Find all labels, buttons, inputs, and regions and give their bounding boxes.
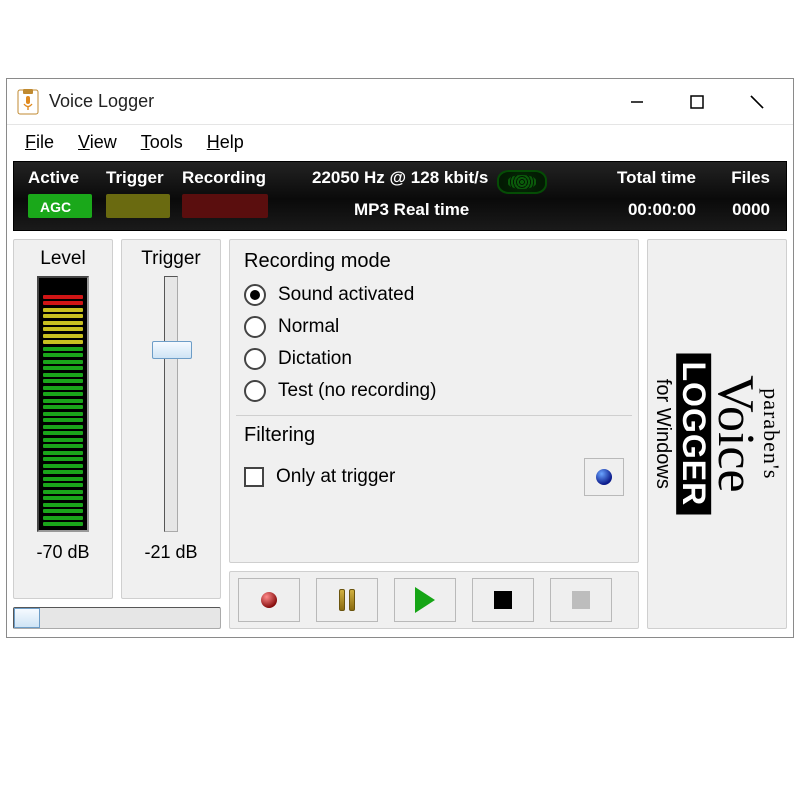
maximize-button[interactable] (667, 80, 727, 124)
trigger-db-value: -21 dB (122, 542, 220, 563)
status-bar: Active Trigger Recording AGC 22050 Hz @ … (13, 161, 787, 231)
transport-bar (229, 571, 639, 629)
status-format: 22050 Hz @ 128 kbit/s (312, 168, 488, 188)
record-icon (261, 592, 277, 608)
product-logo: paraben's Voice LOGGER for Windows (647, 239, 787, 629)
step-button[interactable] (550, 578, 612, 622)
radio-icon[interactable] (244, 284, 266, 306)
status-codec: MP3 Real time (354, 200, 469, 220)
recording-mode-group: Recording mode Sound activated Normal Dict… (229, 239, 639, 563)
app-window: Voice Logger File View Tools Help Active… (6, 78, 794, 638)
filter-settings-button[interactable] (584, 458, 624, 496)
mode-option-1[interactable]: Normal (244, 311, 624, 343)
menubar: File View Tools Help (7, 125, 793, 159)
mode-option-2[interactable]: Dictation (244, 343, 624, 375)
level-horizontal-slider[interactable] (13, 607, 221, 629)
stop-icon (494, 591, 512, 609)
step-icon (572, 591, 590, 609)
status-files-label: Files (731, 168, 770, 188)
close-button[interactable] (727, 80, 787, 124)
menu-help[interactable]: Help (195, 128, 256, 157)
level-horizontal-thumb[interactable] (14, 608, 40, 628)
pause-icon (339, 589, 355, 611)
recording-mode-title: Recording mode (244, 250, 624, 273)
titlebar: Voice Logger (7, 79, 793, 125)
level-db-value: -70 dB (14, 542, 112, 563)
app-icon (17, 89, 39, 115)
status-trigger-chip (106, 194, 170, 218)
level-meter-panel: Level -70 dB (13, 239, 113, 599)
status-trigger-label: Trigger (106, 168, 164, 188)
minimize-button[interactable] (607, 80, 667, 124)
status-recording-label: Recording (182, 168, 266, 188)
sphere-icon (596, 469, 612, 485)
window-title: Voice Logger (49, 91, 607, 112)
level-meter (37, 276, 89, 532)
mode-option-label: Test (no recording) (278, 380, 436, 402)
pause-button[interactable] (316, 578, 378, 622)
filtering-title: Filtering (244, 424, 624, 447)
radio-icon[interactable] (244, 348, 266, 370)
menu-tools[interactable]: Tools (129, 128, 195, 157)
mode-option-label: Sound activated (278, 284, 414, 306)
status-active-chip: AGC (28, 194, 92, 218)
status-total-time-value: 00:00:00 (628, 200, 696, 220)
play-button[interactable] (394, 578, 456, 622)
radio-icon[interactable] (244, 380, 266, 402)
trigger-slider[interactable] (164, 276, 178, 532)
status-recording-chip (182, 194, 268, 218)
only-at-trigger-checkbox[interactable] (244, 467, 264, 487)
trigger-slider-thumb[interactable] (152, 341, 192, 359)
menu-file[interactable]: File (13, 128, 66, 157)
status-files-value: 0000 (732, 200, 770, 220)
record-button[interactable] (238, 578, 300, 622)
trigger-label: Trigger (122, 248, 220, 270)
level-label: Level (14, 248, 112, 270)
stop-button[interactable] (472, 578, 534, 622)
mode-option-3[interactable]: Test (no recording) (244, 375, 624, 407)
radio-icon[interactable] (244, 316, 266, 338)
play-icon (415, 587, 435, 613)
status-active-label: Active (28, 168, 79, 188)
activity-led-icon (497, 170, 547, 194)
trigger-slider-panel: Trigger -21 dB (121, 239, 221, 599)
menu-view[interactable]: View (66, 128, 129, 157)
mode-option-label: Normal (278, 316, 339, 338)
mode-option-0[interactable]: Sound activated (244, 279, 624, 311)
status-total-time-label: Total time (617, 168, 696, 188)
mode-option-label: Dictation (278, 348, 352, 370)
only-at-trigger-label: Only at trigger (276, 466, 395, 488)
